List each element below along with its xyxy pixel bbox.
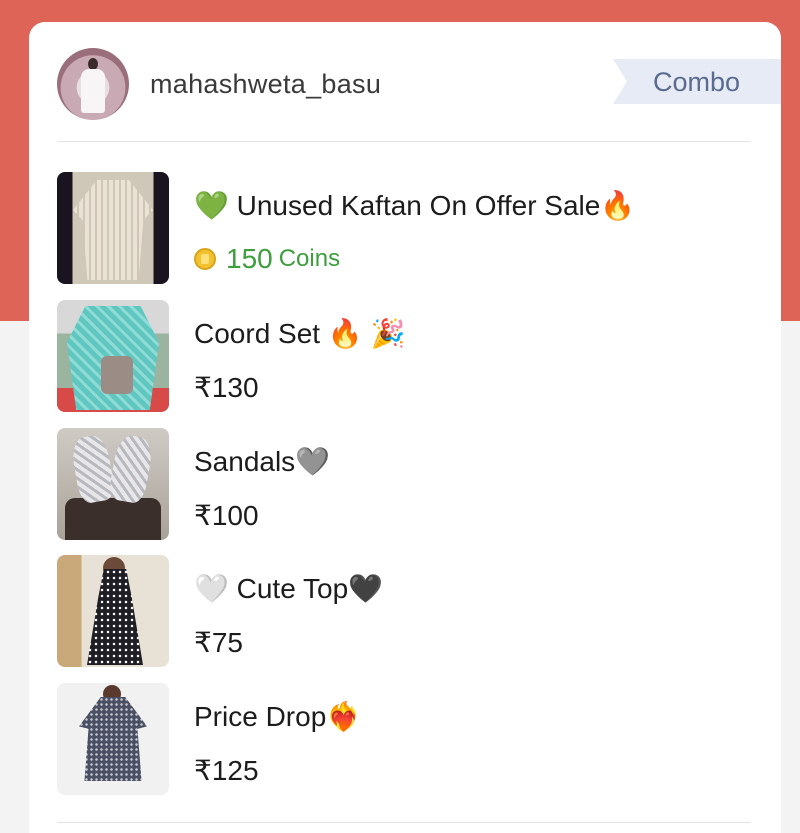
item-price: ₹130 bbox=[194, 372, 259, 403]
item-coins-price: 150 Coins bbox=[194, 243, 340, 275]
avatar[interactable] bbox=[57, 48, 129, 120]
list-item[interactable]: Price Drop❤️‍🔥 ₹125 bbox=[29, 683, 781, 795]
coins-unit: Coins bbox=[278, 245, 341, 272]
username[interactable]: mahashweta_basu bbox=[150, 69, 381, 100]
footer-divider bbox=[57, 822, 751, 823]
item-title: 💚 Unused Kaftan On Offer Sale🔥 bbox=[194, 190, 636, 221]
left-sandal-image bbox=[69, 433, 117, 505]
item-thumbnail-price-drop[interactable] bbox=[57, 683, 169, 795]
kaftan-image bbox=[73, 180, 153, 280]
item-title: Sandals🩶 bbox=[194, 446, 331, 477]
item-price: ₹75 bbox=[194, 627, 243, 658]
coins-value: 150 bbox=[226, 243, 273, 274]
list-item[interactable]: Coord Set 🔥 🎉 ₹130 bbox=[29, 300, 781, 412]
item-thumbnail-kaftan[interactable] bbox=[57, 172, 169, 284]
combo-tag-label: Combo bbox=[653, 67, 741, 97]
list-item[interactable]: 🤍 Cute Top🖤 ₹75 bbox=[29, 555, 781, 667]
item-price: ₹100 bbox=[194, 500, 259, 531]
right-sandal-image bbox=[107, 433, 155, 505]
list-item[interactable]: 💚 Unused Kaftan On Offer Sale🔥 150 Coins bbox=[29, 172, 781, 284]
header-divider bbox=[57, 141, 751, 142]
avatar-figure-body bbox=[81, 69, 105, 113]
item-thumbnail-sandals[interactable] bbox=[57, 428, 169, 540]
card-header: mahashweta_basu Combo bbox=[29, 22, 781, 142]
bag-image bbox=[101, 356, 133, 394]
item-thumbnail-coord-set[interactable] bbox=[57, 300, 169, 412]
item-thumbnail-cute-top[interactable] bbox=[57, 555, 169, 667]
top-image bbox=[87, 569, 143, 665]
list-item[interactable]: Sandals🩶 ₹100 bbox=[29, 428, 781, 540]
legs-image bbox=[65, 498, 161, 540]
item-title: Coord Set 🔥 🎉 bbox=[194, 318, 406, 349]
dress-image bbox=[79, 697, 147, 781]
item-title: 🤍 Cute Top🖤 bbox=[194, 573, 384, 604]
item-price: ₹125 bbox=[194, 755, 259, 786]
item-title: Price Drop❤️‍🔥 bbox=[194, 701, 362, 732]
coin-icon bbox=[194, 248, 216, 270]
combo-card[interactable]: mahashweta_basu Combo 💚 Unused Kaftan On… bbox=[29, 22, 781, 833]
combo-tag: Combo bbox=[613, 59, 781, 104]
